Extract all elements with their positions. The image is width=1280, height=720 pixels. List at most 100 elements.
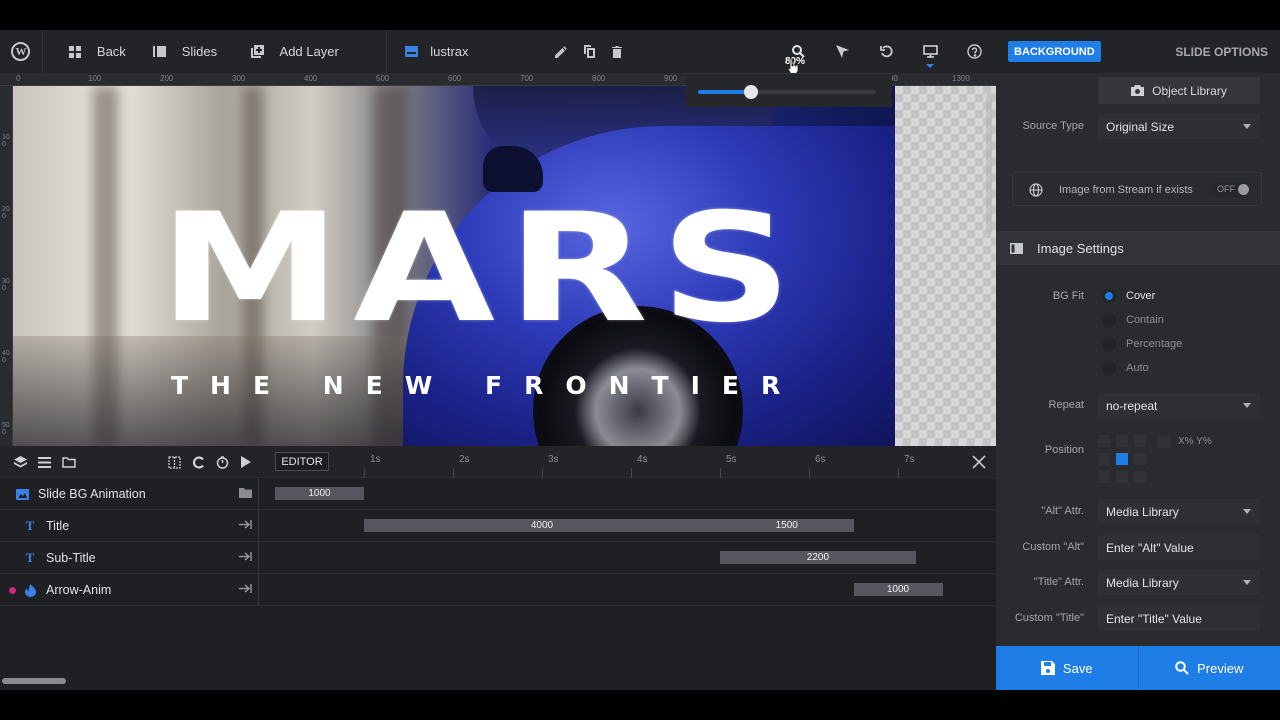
editor-tab[interactable]: EDITOR	[275, 452, 329, 471]
radio-button[interactable]	[1102, 361, 1116, 375]
radio-button[interactable]	[1102, 313, 1116, 327]
duplicate-button[interactable]	[575, 30, 603, 73]
source-type-select[interactable]: Original Size	[1098, 114, 1260, 139]
help-button[interactable]	[952, 30, 996, 73]
layer-item[interactable]: Slide BG Animation	[0, 478, 258, 510]
zoom-slider[interactable]	[698, 85, 876, 99]
slide-subtitle-layer[interactable]: THE NEW FRONTIER	[171, 371, 802, 400]
timeline-animation-bar[interactable]: 1000	[853, 583, 943, 596]
snap-button[interactable]	[162, 446, 186, 478]
position-cell[interactable]	[1116, 435, 1128, 447]
save-icon	[1040, 661, 1055, 675]
preview-button[interactable]: Preview	[1138, 646, 1280, 690]
layer-item[interactable]: T Sub-Title	[0, 542, 258, 574]
slides-label: Slides	[181, 44, 218, 59]
ruler-tick-label: 1300	[952, 74, 970, 83]
tab-slide-options[interactable]: SLIDE OPTIONS	[1175, 45, 1268, 59]
list-view-button[interactable]	[33, 446, 57, 478]
timeline-animation-bar[interactable]: 2200	[720, 551, 916, 564]
timeline-tools	[0, 446, 258, 478]
position-cell[interactable]	[1098, 453, 1110, 465]
add-layer-label: Add Layer	[279, 44, 339, 59]
delete-button[interactable]	[603, 30, 631, 73]
ruler-tick-label: 300	[232, 74, 246, 83]
arrow-to-end-icon[interactable]	[239, 519, 252, 533]
timeline-animation-bar[interactable]: 1500	[720, 519, 854, 532]
position-cell[interactable]	[1134, 453, 1146, 465]
add-layer-button[interactable]: Add Layer	[250, 30, 381, 73]
position-cell[interactable]	[1134, 435, 1146, 447]
bg-fit-option[interactable]: Contain	[1102, 310, 1164, 330]
top-toolbar: W Back Slides Add Layer lustrax	[0, 30, 996, 73]
image-from-stream-toggle[interactable]: OFF	[1211, 182, 1251, 197]
slide-background-image[interactable]: MARS THE NEW FRONTIER	[13, 86, 895, 446]
device-indicator	[926, 64, 935, 68]
bg-fit-option[interactable]: Cover	[1102, 286, 1155, 306]
timeline-second-mark	[364, 468, 365, 478]
timer-button[interactable]	[210, 446, 234, 478]
timeline-animation-bar[interactable]: 1000	[275, 487, 364, 500]
object-library-button[interactable]: Object Library	[1098, 77, 1260, 104]
slides-button[interactable]: Slides	[152, 30, 251, 73]
back-button[interactable]: Back	[43, 30, 153, 73]
repeat-select[interactable]: no-repeat	[1098, 393, 1260, 418]
device-desktop-button[interactable]	[908, 30, 952, 73]
source-type-value: Original Size	[1106, 119, 1175, 134]
canvas-vertical-scrollbar[interactable]	[986, 94, 992, 234]
timeline-second-label: 7s	[904, 454, 915, 465]
timeline-horizontal-scrollbar[interactable]	[2, 678, 66, 684]
ruler-tick-label: 300	[2, 278, 10, 292]
wordpress-icon: W	[11, 42, 31, 61]
alt-attr-label: "Alt" Attr.	[1041, 505, 1084, 517]
layer-item[interactable]: T Title	[0, 510, 258, 542]
edit-button[interactable]	[547, 30, 575, 73]
arrow-to-end-icon[interactable]	[239, 583, 252, 597]
repeat-label: Repeat	[1048, 399, 1084, 411]
tab-background[interactable]: BACKGROUND	[1008, 41, 1101, 62]
layer-item[interactable]: Arrow-Anim	[0, 574, 258, 606]
position-cell[interactable]	[1116, 453, 1128, 465]
custom-title-input[interactable]	[1098, 606, 1260, 631]
position-cell[interactable]	[1116, 471, 1128, 483]
arrow-to-end-icon[interactable]	[239, 551, 252, 565]
radio-button[interactable]	[1102, 289, 1116, 303]
position-cell[interactable]	[1098, 435, 1110, 447]
slider-icon	[405, 46, 419, 57]
bg-fit-option[interactable]: Percentage	[1102, 334, 1182, 354]
custom-alt-input[interactable]	[1098, 535, 1260, 560]
help-icon	[966, 44, 982, 59]
timeline-second-mark	[898, 468, 899, 478]
slide-canvas[interactable]: MARS THE NEW FRONTIER	[13, 86, 996, 446]
slider-name-field[interactable]: lustrax	[387, 30, 547, 73]
close-timeline-button[interactable]	[968, 451, 990, 473]
position-cell[interactable]	[1098, 471, 1110, 483]
bg-fit-option[interactable]: Auto	[1102, 358, 1149, 378]
ruler-tick-label: 400	[2, 350, 10, 364]
position-percentage-checkbox[interactable]	[1158, 436, 1170, 448]
timeline-layer-row: Slide BG Animation 1000	[0, 478, 996, 510]
magnet-button[interactable]	[186, 446, 210, 478]
timeline-ruler[interactable]: 1s 2s 3s 4s 5s 6s 7s	[334, 446, 964, 478]
zoom-slider-handle[interactable]	[744, 85, 759, 99]
wordpress-logo-button[interactable]: W	[0, 30, 42, 73]
undo-button[interactable]	[864, 30, 908, 73]
alt-attr-select[interactable]: Media Library	[1098, 499, 1260, 524]
list-icon	[38, 456, 52, 468]
folder-icon[interactable]	[239, 487, 252, 501]
chevron-down-icon	[1243, 509, 1251, 514]
slide-title-layer[interactable]: MARS	[159, 194, 804, 344]
position-cell[interactable]	[1134, 471, 1146, 483]
camera-icon	[1131, 85, 1145, 96]
save-button[interactable]: Save	[996, 646, 1139, 690]
keyframe-indicator-dot	[9, 587, 16, 594]
play-button[interactable]	[234, 446, 258, 478]
title-attr-label: "Title" Attr.	[1033, 576, 1084, 588]
radio-button[interactable]	[1102, 337, 1116, 351]
folder-button[interactable]	[57, 446, 81, 478]
image-settings-header[interactable]: Image Settings	[996, 231, 1280, 265]
layers-button[interactable]	[9, 446, 33, 478]
title-attr-row: "Title" Attr. Media Library	[996, 567, 1280, 597]
select-tool-button[interactable]	[820, 30, 864, 73]
timeline-animation-bar[interactable]: 4000	[364, 519, 720, 532]
title-attr-select[interactable]: Media Library	[1098, 570, 1260, 595]
